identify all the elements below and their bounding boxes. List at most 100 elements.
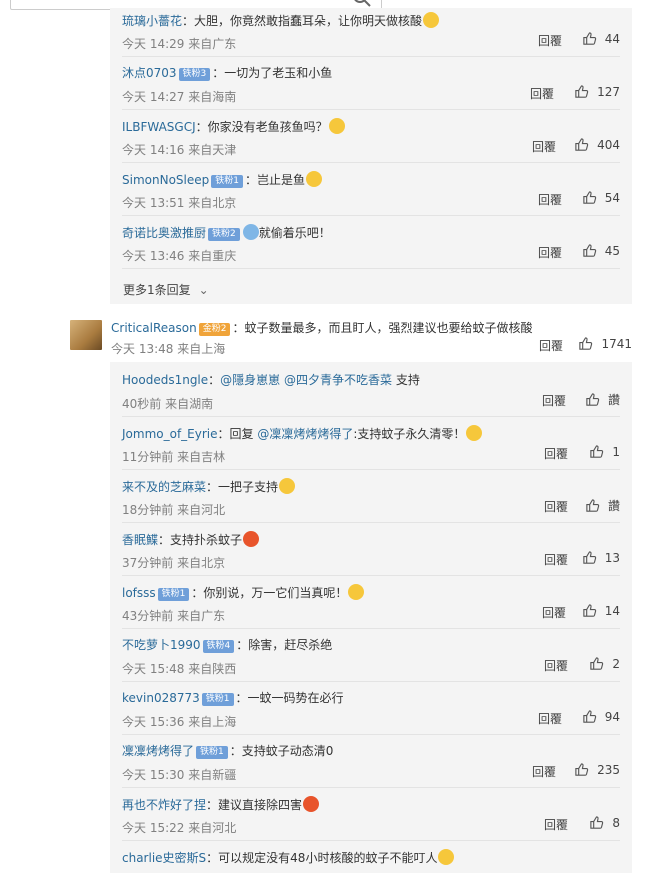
reply-button[interactable]: 回覆 [532, 138, 556, 155]
reply-item: 琉璃小薔花：大胆，你竟然敢指蠢耳朵，让你明天做核酸 今天 14:29 来自广东 回覆… [122, 12, 620, 51]
reply-username[interactable]: 不吃萝卜1990 [122, 638, 201, 652]
reply-item: 奇诺比奥激推厨 铁粉2 就偷着乐吧！ 今天 13:46 来自重庆 回覆 45 [122, 224, 620, 263]
reply-button[interactable]: 回覆 [538, 244, 562, 261]
reply-item: 沐点0703 铁粉3 ：一切为了老玉和小鱼 今天 14:27 来自海南 回覆 127 [122, 65, 620, 104]
reply-button[interactable]: 回覆 [542, 392, 566, 409]
reply-text-tail: :支持蚊子永久清零！ [353, 427, 466, 441]
like-button[interactable]: 44 [582, 31, 620, 46]
fan-badge[interactable]: 铁粉1 [201, 693, 234, 706]
like-button[interactable]: 235 [574, 762, 620, 777]
like-count: 8 [612, 815, 620, 830]
thumbs-up-icon [579, 337, 593, 350]
reply-username[interactable]: charlie史密斯S [122, 851, 206, 865]
reply-meta: 43分钟前 来自广东 [122, 609, 226, 623]
fan-badge[interactable]: 铁粉1 [157, 588, 190, 601]
thumbs-up-icon [586, 393, 600, 406]
like-button[interactable]: 94 [582, 709, 620, 724]
like-count: 235 [597, 762, 620, 777]
thumbs-up-icon [583, 710, 596, 723]
fan-badge[interactable]: 铁粉1 [211, 175, 243, 188]
like-count: 45 [604, 243, 620, 258]
like-button[interactable]: 14 [582, 603, 620, 618]
like-count: 14 [604, 603, 620, 618]
reply-text: ：一切为了老玉和小鱼 [212, 66, 333, 80]
like-count: 1741 [601, 336, 632, 351]
reply-username[interactable]: Hoodeds1ngle [122, 373, 208, 387]
reply-text: ：回复 [217, 427, 258, 441]
reply-item: 香眠鰈：支持扑杀蚊子 37分钟前 来自北京 回覆 13 [122, 531, 620, 570]
like-count: 2 [612, 656, 620, 671]
like-button[interactable]: 1 [589, 444, 620, 459]
fan-badge[interactable]: 金粉2 [198, 323, 231, 336]
reply-meta: 今天 15:22 来自河北 [122, 821, 237, 835]
reply-username[interactable]: 沐点0703 [122, 66, 177, 80]
like-button[interactable]: 404 [574, 137, 620, 152]
emoji-icon [303, 796, 320, 812]
reply-button[interactable]: 回覆 [544, 657, 568, 674]
emoji-icon [348, 584, 365, 600]
reply-username[interactable]: ILBFWASGCJ [122, 120, 196, 134]
like-button[interactable]: 54 [582, 190, 620, 205]
thumbs-up-icon [575, 763, 589, 776]
reply-text: ：你别说，万一它们当真呢！ [191, 586, 348, 600]
reply-username[interactable]: 琉璃小薔花 [122, 14, 182, 28]
reply-username[interactable]: 来不及的芝麻菜 [122, 480, 206, 494]
divider [122, 575, 620, 576]
reply-button[interactable]: 回覆 [544, 551, 568, 568]
like-button[interactable]: 2 [589, 656, 620, 671]
like-button[interactable]: 127 [574, 84, 620, 99]
mention-link[interactable]: @隱身崽崽 @四夕青争不吃香菜 [220, 373, 392, 387]
reply-meta: 今天 15:30 来自新疆 [122, 768, 237, 782]
like-button[interactable]: 1741 [578, 336, 632, 351]
reply-username[interactable]: kevin028773 [122, 691, 200, 705]
reply-item: kevin028773 铁粉1 ：一蚊一码势在必行 今天 15:36 来自上海 回覆 94 [122, 690, 620, 729]
reply-button[interactable]: 回覆 [538, 710, 562, 727]
like-button[interactable]: 讚 [585, 497, 620, 514]
reply-username[interactable]: lofsss [122, 586, 156, 600]
divider [122, 268, 620, 269]
reply-username[interactable]: 奇诺比奥激推厨 [122, 226, 206, 240]
reply-username[interactable]: 香眠鰈 [122, 533, 158, 547]
reply-button[interactable]: 回覆 [539, 337, 563, 354]
like-count: 1 [612, 444, 620, 459]
search-icon[interactable] [352, 0, 372, 8]
fan-badge[interactable]: 铁粉3 [178, 68, 211, 81]
reply-button[interactable]: 回覆 [538, 32, 562, 49]
reply-meta: 今天 15:36 来自上海 [122, 715, 237, 729]
emoji-icon [242, 224, 259, 240]
reply-item: Jommo_of_Eyrie：回复 @凜凜烤烤烤得了:支持蚊子永久清零！ 11分钟… [122, 425, 620, 464]
reply-button[interactable]: 回覆 [542, 604, 566, 621]
fan-badge[interactable]: 铁粉1 [196, 746, 228, 759]
reply-button[interactable]: 回覆 [532, 763, 556, 780]
reply-username[interactable]: 凜凜烤烤得了 [122, 744, 194, 758]
thumbs-up-icon [583, 32, 596, 45]
emoji-icon [438, 849, 455, 865]
like-button[interactable]: 8 [589, 815, 620, 830]
reply-username[interactable]: 再也不炸好了捏 [122, 798, 206, 812]
reply-username[interactable]: SimonNoSleep [122, 173, 209, 187]
reply-text-tail: 支持 [392, 373, 420, 387]
reply-text: ：你家没有老鱼孩鱼吗？ [195, 120, 328, 134]
divider [122, 469, 620, 470]
reply-button[interactable]: 回覆 [544, 498, 568, 515]
thumbs-up-icon [575, 85, 589, 98]
comment-username[interactable]: CriticalReason [111, 321, 197, 335]
reply-item: 再也不炸好了捏：建议直接除四害 今天 15:22 来自河北 回覆 8 [122, 796, 620, 835]
reply-button[interactable]: 回覆 [544, 816, 568, 833]
fan-badge[interactable]: 铁粉2 [208, 228, 240, 241]
thumbs-up-icon [583, 191, 596, 204]
like-button[interactable]: 45 [582, 243, 620, 258]
reply-meta: 今天 13:46 来自重庆 [122, 249, 237, 263]
mention-link[interactable]: @凜凜烤烤烤得了 [257, 427, 353, 441]
comment-text: ：蚊子数量最多，而且盯人，强烈建议也要给蚊子做核酸 [232, 321, 533, 335]
reply-button[interactable]: 回覆 [538, 191, 562, 208]
emoji-icon [466, 425, 483, 441]
fan-badge[interactable]: 铁粉4 [202, 640, 235, 653]
reply-button[interactable]: 回覆 [530, 85, 554, 102]
like-button[interactable]: 13 [582, 550, 620, 565]
avatar[interactable] [70, 320, 102, 350]
more-replies-button[interactable]: 更多1条回复 ⌄ [123, 281, 209, 298]
like-button[interactable]: 讚 [585, 391, 620, 408]
reply-button[interactable]: 回覆 [544, 445, 568, 462]
reply-username[interactable]: Jommo_of_Eyrie [122, 427, 218, 441]
